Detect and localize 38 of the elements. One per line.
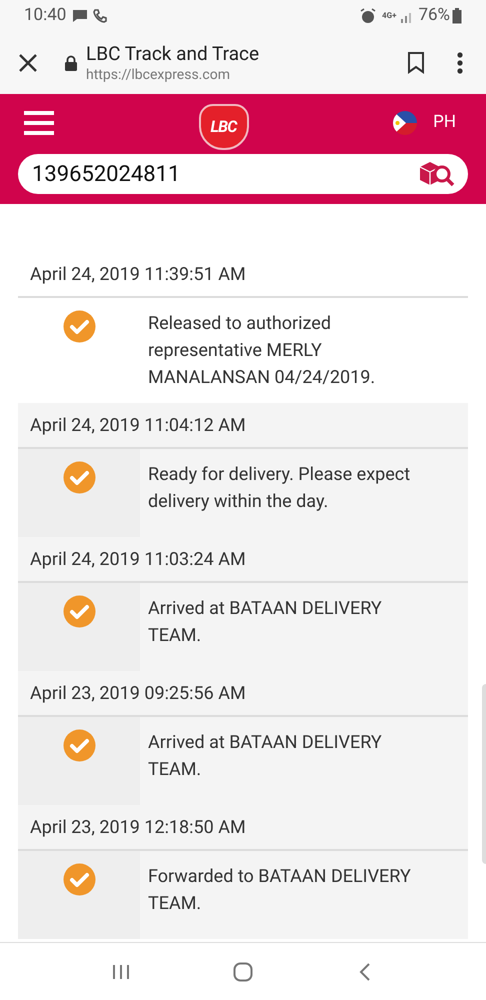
bookmark-icon[interactable]: [407, 52, 425, 74]
event-datetime: April 24, 2019 11:39:51 AM: [30, 262, 246, 286]
home-icon[interactable]: [233, 962, 253, 982]
alarm-icon: [360, 8, 376, 24]
more-options-icon[interactable]: [457, 52, 463, 74]
battery-level: 76%: [418, 4, 450, 28]
check-circle-icon: [62, 863, 96, 896]
event-status: Released to authorized representative MERLY MANALANSAN 04/24/2019.: [148, 312, 376, 390]
close-icon[interactable]: [18, 53, 38, 73]
check-circle-icon: [62, 595, 96, 628]
phone-icon: [92, 8, 108, 24]
event-status: Arrived at BATAAN DELIVERY TEAM.: [148, 731, 383, 782]
network-label: 4G+: [382, 12, 396, 20]
check-circle-icon: [62, 310, 96, 343]
recent-apps-icon[interactable]: [112, 964, 130, 980]
event-datetime: April 24, 2019 11:04:12 AM: [30, 414, 246, 438]
event-datetime: April 23, 2019 09:25:56 AM: [30, 682, 246, 706]
check-circle-icon: [62, 461, 96, 494]
lock-icon: [64, 55, 78, 71]
event-datetime: April 23, 2019 12:18:50 AM: [30, 816, 246, 840]
flag-icon[interactable]: [393, 111, 418, 135]
tracking-search-field[interactable]: 139652024811: [18, 154, 468, 194]
status-time: 10:40: [24, 4, 66, 28]
battery-icon: [452, 8, 462, 24]
package-search-icon[interactable]: [418, 160, 456, 188]
check-circle-icon: [62, 729, 96, 762]
message-icon: [72, 9, 88, 23]
country-label[interactable]: PH: [433, 110, 456, 136]
event-datetime: April 24, 2019 11:03:24 AM: [30, 548, 246, 572]
page-title: LBC Track and Trace: [86, 42, 260, 66]
tracking-number-input[interactable]: 139652024811: [32, 158, 418, 190]
event-status: Arrived at BATAAN DELIVERY TEAM.: [148, 597, 383, 648]
page-url: https://lbcexpress.com: [86, 66, 231, 84]
event-status: Ready for delivery. Please expect delivery within the day.: [148, 463, 412, 514]
event-status: Forwarded to BATAAN DELIVERY TEAM.: [148, 865, 412, 916]
back-icon[interactable]: [359, 962, 371, 980]
menu-button[interactable]: [24, 108, 54, 138]
brand-logo[interactable]: LBC: [198, 104, 249, 150]
